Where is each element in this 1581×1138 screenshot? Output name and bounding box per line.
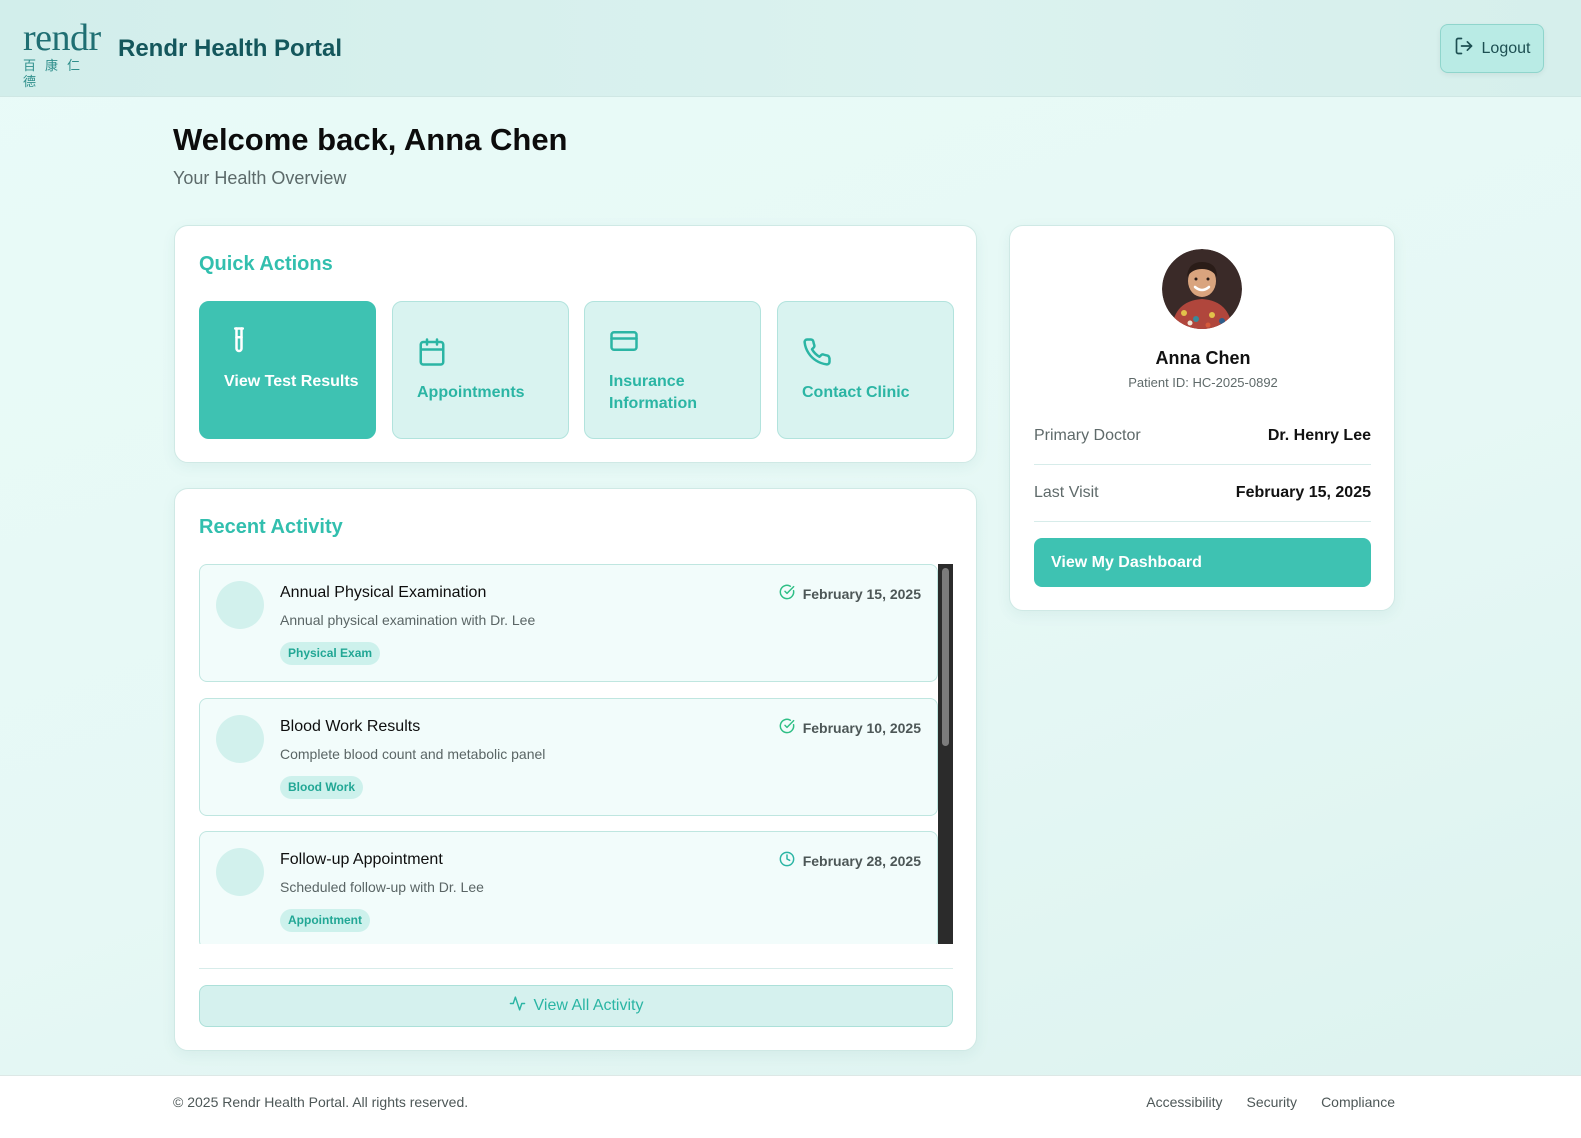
avatar	[1162, 249, 1242, 329]
activity-tag: Physical Exam	[280, 642, 381, 665]
activity-description: Complete blood count and metabolic panel	[280, 746, 546, 762]
activity-date: February 10, 2025	[779, 718, 921, 737]
activity-pulse-icon	[509, 995, 526, 1017]
activity-avatar	[216, 581, 264, 629]
calendar-icon	[417, 337, 447, 372]
check-circle-icon	[779, 584, 795, 603]
activity-description: Scheduled follow-up with Dr. Lee	[280, 879, 484, 895]
activity-item[interactable]: Blood Work Results Complete blood count …	[199, 698, 938, 816]
footer-link-compliance[interactable]: Compliance	[1321, 1094, 1395, 1110]
activity-item[interactable]: Follow-up Appointment Scheduled follow-u…	[199, 831, 938, 944]
last-visit-row: Last Visit February 15, 2025	[1034, 465, 1371, 522]
view-all-activity-label: View All Activity	[533, 997, 644, 1014]
patient-id: Patient ID: HC-2025-0892	[1128, 375, 1278, 390]
recent-activity-title: Recent Activity	[199, 516, 343, 538]
logout-label: Logout	[1481, 39, 1531, 57]
quick-actions-title: Quick Actions	[199, 253, 333, 275]
last-visit-value: February 15, 2025	[1235, 484, 1371, 501]
logout-icon	[1454, 36, 1474, 61]
activity-title: Blood Work Results	[280, 718, 421, 735]
app-header: rendr 百康仁德 Rendr Health Portal Logout	[0, 0, 1581, 97]
activity-tag: Appointment	[280, 909, 370, 932]
activity-date-text: February 15, 2025	[802, 585, 921, 602]
recent-activity-card: Recent Activity Annual Physical Examinat…	[174, 488, 977, 1051]
view-all-activity-button[interactable]: View All Activity	[199, 985, 953, 1027]
check-circle-icon	[779, 718, 795, 737]
activity-description: Annual physical examination with Dr. Lee	[280, 612, 536, 628]
page-title: Welcome back, Anna Chen	[173, 122, 568, 157]
primary-doctor-value: Dr. Henry Lee	[1267, 427, 1371, 444]
footer-link-accessibility[interactable]: Accessibility	[1146, 1094, 1222, 1110]
activity-date-text: February 28, 2025	[802, 852, 921, 869]
page-subtitle: Your Health Overview	[173, 168, 347, 188]
quick-action-label: Insurance Information	[609, 373, 697, 412]
last-visit-label: Last Visit	[1034, 484, 1099, 501]
activity-date: February 28, 2025	[779, 851, 921, 870]
app-title: Rendr Health Portal	[118, 35, 343, 62]
test-tube-icon	[224, 326, 254, 361]
quick-actions-card: Quick Actions View Test Results Appointm…	[174, 225, 977, 463]
activity-date: February 15, 2025	[779, 584, 921, 603]
quick-action-view-test-results[interactable]: View Test Results	[199, 301, 376, 439]
phone-icon	[802, 337, 832, 372]
activity-avatar	[216, 715, 264, 763]
profile-name: Anna Chen	[1155, 348, 1251, 368]
activity-date-text: February 10, 2025	[802, 719, 921, 736]
footer-links: Accessibility Security Compliance	[1146, 1094, 1395, 1110]
activity-avatar	[216, 848, 264, 896]
rendr-logo[interactable]: rendr 百康仁德	[23, 17, 105, 90]
activity-title: Follow-up Appointment	[280, 851, 443, 868]
logo-wordmark: rendr	[23, 17, 101, 59]
logo-chinese-text: 百康仁德	[23, 59, 90, 90]
quick-action-label: Appointments	[417, 384, 525, 401]
view-dashboard-button[interactable]: View My Dashboard	[1034, 538, 1371, 587]
copyright-text: © 2025 Rendr Health Portal. All rights r…	[173, 1094, 469, 1110]
primary-doctor-row: Primary Doctor Dr. Henry Lee	[1034, 408, 1371, 465]
quick-action-contact-clinic[interactable]: Contact Clinic	[777, 301, 954, 439]
primary-doctor-label: Primary Doctor	[1034, 427, 1141, 444]
quick-action-label: Contact Clinic	[802, 384, 910, 401]
activity-list[interactable]: Annual Physical Examination Annual physi…	[199, 564, 953, 944]
logout-button[interactable]: Logout	[1440, 24, 1544, 73]
credit-card-icon	[609, 326, 639, 361]
quick-action-appointments[interactable]: Appointments	[392, 301, 569, 439]
footer-link-security[interactable]: Security	[1246, 1094, 1297, 1110]
quick-action-insurance-information[interactable]: Insurance Information	[584, 301, 761, 439]
clock-icon	[779, 851, 795, 870]
quick-action-label: View Test Results	[224, 373, 359, 390]
activity-item[interactable]: Annual Physical Examination Annual physi…	[199, 564, 938, 682]
footer: © 2025 Rendr Health Portal. All rights r…	[0, 1075, 1581, 1138]
activity-tag: Blood Work	[280, 776, 364, 799]
divider	[199, 968, 953, 969]
activity-title: Annual Physical Examination	[280, 584, 487, 601]
activity-scrollbar[interactable]	[938, 564, 953, 944]
profile-card: Anna Chen Patient ID: HC-2025-0892 Prima…	[1009, 225, 1395, 611]
activity-scrollbar-thumb[interactable]	[942, 568, 949, 746]
